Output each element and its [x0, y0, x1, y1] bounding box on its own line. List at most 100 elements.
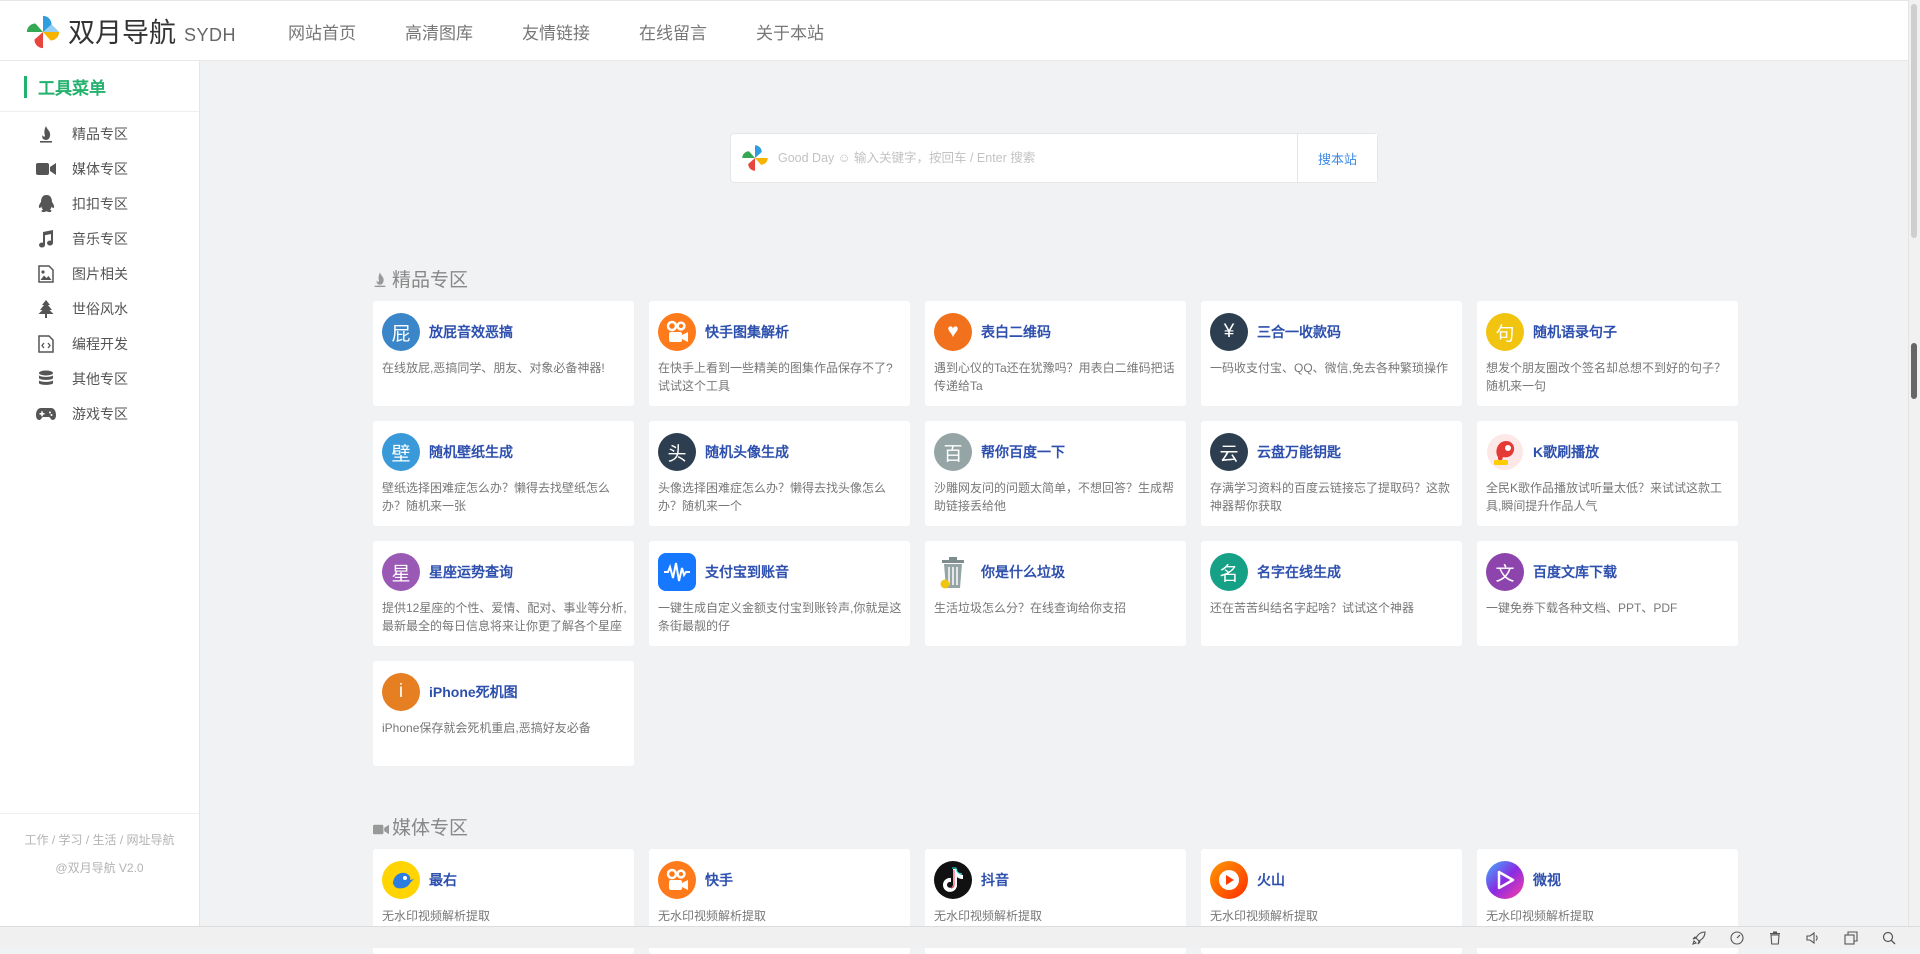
- card-title[interactable]: 帮你百度一下: [981, 442, 1065, 462]
- card-title[interactable]: 随机语录句子: [1533, 322, 1617, 342]
- card-title[interactable]: 快手: [705, 870, 733, 890]
- tree-icon: [36, 299, 56, 319]
- card-avatar: 句: [1486, 313, 1524, 351]
- card-payment-code[interactable]: ¥ 三合一收款码 一码收支付宝、QQ、微信,免去各种繁琐操作: [1201, 301, 1462, 406]
- nav-guestbook[interactable]: 在线留言: [639, 19, 707, 44]
- card-desc: 头像选择困难症怎么办？懒得去找头像怎么办？随机来一个: [658, 481, 887, 513]
- nav-about[interactable]: 关于本站: [756, 19, 824, 44]
- brand-logo[interactable]: 双月导航 SYDH: [24, 13, 236, 51]
- sidebar-item-images[interactable]: 图片相关: [0, 256, 199, 291]
- card-ksong-play[interactable]: K歌刷播放 全民K歌作品播放试听量太低？来试试这款工具,瞬间提升作品人气: [1477, 421, 1738, 526]
- card-title[interactable]: 随机壁纸生成: [429, 442, 513, 462]
- zoom-search-icon[interactable]: [1880, 929, 1898, 947]
- card-avatar: 云: [1210, 433, 1248, 471]
- card-title[interactable]: 随机头像生成: [705, 442, 789, 462]
- sidebar-item-dev[interactable]: 编程开发: [0, 326, 199, 361]
- card-avatar: ¥: [1210, 313, 1248, 351]
- card-name-generator[interactable]: 名 名字在线生成 还在苦苦纠结名字起啥？试试这个神器: [1201, 541, 1462, 646]
- card-desc: 生活垃圾怎么分？在线查询给你支招: [934, 601, 1127, 615]
- status-icon-group: [1670, 929, 1898, 947]
- card-random-avatar[interactable]: 头 随机头像生成 头像选择困难症怎么办？懒得去找头像怎么办？随机来一个: [649, 421, 910, 526]
- nav-gallery[interactable]: 高清图库: [405, 19, 473, 44]
- card-avatar: 文: [1486, 553, 1524, 591]
- sidebar-item-label: 世俗风水: [72, 300, 128, 317]
- card-title[interactable]: 名字在线生成: [1257, 562, 1341, 582]
- gamepad-icon: [36, 404, 56, 424]
- zuiyou-bird-icon: [382, 861, 420, 899]
- sidebar-item-other[interactable]: 其他专区: [0, 361, 199, 396]
- card-random-wallpaper[interactable]: 壁 随机壁纸生成 壁纸选择困难症怎么办？懒得去找壁纸怎么办？随机来一张: [373, 421, 634, 526]
- sidebar-item-media[interactable]: 媒体专区: [0, 151, 199, 186]
- sound-wave-icon: [658, 553, 696, 591]
- code-file-icon: [36, 334, 56, 354]
- sidebar-item-games[interactable]: 游戏专区: [0, 396, 199, 431]
- card-random-quote[interactable]: 句 随机语录句子 想发个朋友圈改个签名却总想不到好的句子？随机来一句: [1477, 301, 1738, 406]
- card-title[interactable]: 放屁音效恶搞: [429, 322, 513, 342]
- card-avatar: 壁: [382, 433, 420, 471]
- card-title[interactable]: 快手图集解析: [705, 322, 789, 342]
- card-desc: 还在苦苦纠结名字起啥？试试这个神器: [1210, 601, 1415, 615]
- card-title[interactable]: 火山: [1257, 870, 1285, 890]
- card-avatar: 星: [382, 553, 420, 591]
- sidebar-menu: 精品专区 媒体专区 扣扣专区 音乐专区 图片相关 世俗风水 编程开发 其他专区 …: [0, 112, 199, 431]
- card-desc: 存满学习资料的百度云链接忘了提取码？这款神器帮你获取: [1210, 481, 1451, 513]
- card-title[interactable]: 微视: [1533, 870, 1561, 890]
- trash-icon[interactable]: [1766, 929, 1784, 947]
- card-baidu-wenku[interactable]: 文 百度文库下载 一键免券下载各种文档、PPT、PDF: [1477, 541, 1738, 646]
- card-title[interactable]: 三合一收款码: [1257, 322, 1341, 342]
- sidebar-item-qq[interactable]: 扣扣专区: [0, 186, 199, 221]
- card-title[interactable]: 百度文库下载: [1533, 562, 1617, 582]
- page-scrollbar-top-thumb[interactable]: [1911, 4, 1917, 238]
- top-header: 双月导航 SYDH 网站首页 高清图库 友情链接 在线留言 关于本站: [0, 0, 1908, 61]
- sidebar-item-label: 扣扣专区: [72, 195, 128, 212]
- card-alipay-sound[interactable]: 支付宝到账音 一键生成自定义金额支付宝到账铃声,你就是这条街最靓的仔: [649, 541, 910, 646]
- card-title[interactable]: 你是什么垃圾: [981, 562, 1065, 582]
- card-desc: 想发个朋友圈改个签名却总想不到好的句子？随机来一句: [1486, 361, 1727, 393]
- card-avatar: i: [382, 673, 420, 711]
- video-camera-icon: [373, 818, 389, 836]
- card-love-qrcode[interactable]: ♥ 表白二维码 遇到心仪的Ta还在犹豫吗？用表白二维码把话传递给Ta: [925, 301, 1186, 406]
- brand-title: 双月导航: [68, 18, 176, 48]
- sidebar-item-music[interactable]: 音乐专区: [0, 221, 199, 256]
- card-kuaishou-gallery[interactable]: 快手图集解析 在快手上看到一些精美的图集作品保存不了?试试这个工具: [649, 301, 910, 406]
- card-fart-sound[interactable]: 屁 放屁音效恶搞 在线放屁,恶搞同学、朋友、对象必备神器!: [373, 301, 634, 406]
- card-baidu-for-you[interactable]: 百 帮你百度一下 沙雕网友问的问题太简单，不想回答？生成帮助链接丢给他: [925, 421, 1186, 526]
- sidebar-heading: 工具菜单: [0, 61, 199, 112]
- browser-status-bar: [0, 926, 1920, 948]
- card-title[interactable]: iPhone死机图: [429, 682, 518, 702]
- sidebar-item-label: 精品专区: [72, 125, 128, 142]
- window-restore-icon[interactable]: [1842, 929, 1860, 947]
- speaker-icon[interactable]: [1804, 929, 1822, 947]
- kuaishou-icon: [658, 313, 696, 351]
- douyin-note-icon: [934, 861, 972, 899]
- card-garbage-sort[interactable]: 你是什么垃圾 生活垃圾怎么分？在线查询给你支招: [925, 541, 1186, 646]
- card-title[interactable]: 支付宝到账音: [705, 562, 789, 582]
- card-cloud-key[interactable]: 云 云盘万能钥匙 存满学习资料的百度云链接忘了提取码？这款神器帮你获取: [1201, 421, 1462, 526]
- card-title[interactable]: 表白二维码: [981, 322, 1051, 342]
- page-scrollbar-thumb[interactable]: [1911, 343, 1917, 399]
- flame-icon: [36, 124, 56, 144]
- speed-gauge-icon[interactable]: [1728, 929, 1746, 947]
- card-iphone-crash[interactable]: i iPhone死机图 iPhone保存就会死机重启,恶搞好友必备: [373, 661, 634, 766]
- card-title[interactable]: 星座运势查询: [429, 562, 513, 582]
- sidebar-footer-version: @双月导航 V2.0: [55, 861, 144, 875]
- sidebar-item-featured[interactable]: 精品专区: [0, 116, 199, 151]
- search-input[interactable]: [776, 134, 1297, 182]
- card-desc: 无水印视频解析提取: [1486, 909, 1595, 923]
- search-box: 搜本站: [730, 133, 1378, 183]
- sidebar-item-fengshui[interactable]: 世俗风水: [0, 291, 199, 326]
- search-site-button[interactable]: 搜本站: [1297, 134, 1377, 182]
- section-title-text: 精品专区: [392, 270, 469, 291]
- card-horoscope[interactable]: 星 星座运势查询 提供12星座的个性、爱情、配对、事业等分析,最新最全的每日信息…: [373, 541, 634, 646]
- nav-friend-links[interactable]: 友情链接: [522, 19, 590, 44]
- nav-home[interactable]: 网站首页: [288, 19, 356, 44]
- card-desc: iPhone保存就会死机重启,恶搞好友必备: [382, 721, 591, 735]
- rocket-icon[interactable]: [1690, 929, 1708, 947]
- card-title[interactable]: 云盘万能钥匙: [1257, 442, 1341, 462]
- sidebar-item-label: 媒体专区: [72, 160, 128, 177]
- card-title[interactable]: 最右: [429, 870, 457, 890]
- card-desc: 全民K歌作品播放试听量太低？来试试这款工具,瞬间提升作品人气: [1486, 481, 1723, 513]
- card-avatar: 名: [1210, 553, 1248, 591]
- card-title[interactable]: 抖音: [981, 870, 1009, 890]
- card-title[interactable]: K歌刷播放: [1533, 442, 1599, 462]
